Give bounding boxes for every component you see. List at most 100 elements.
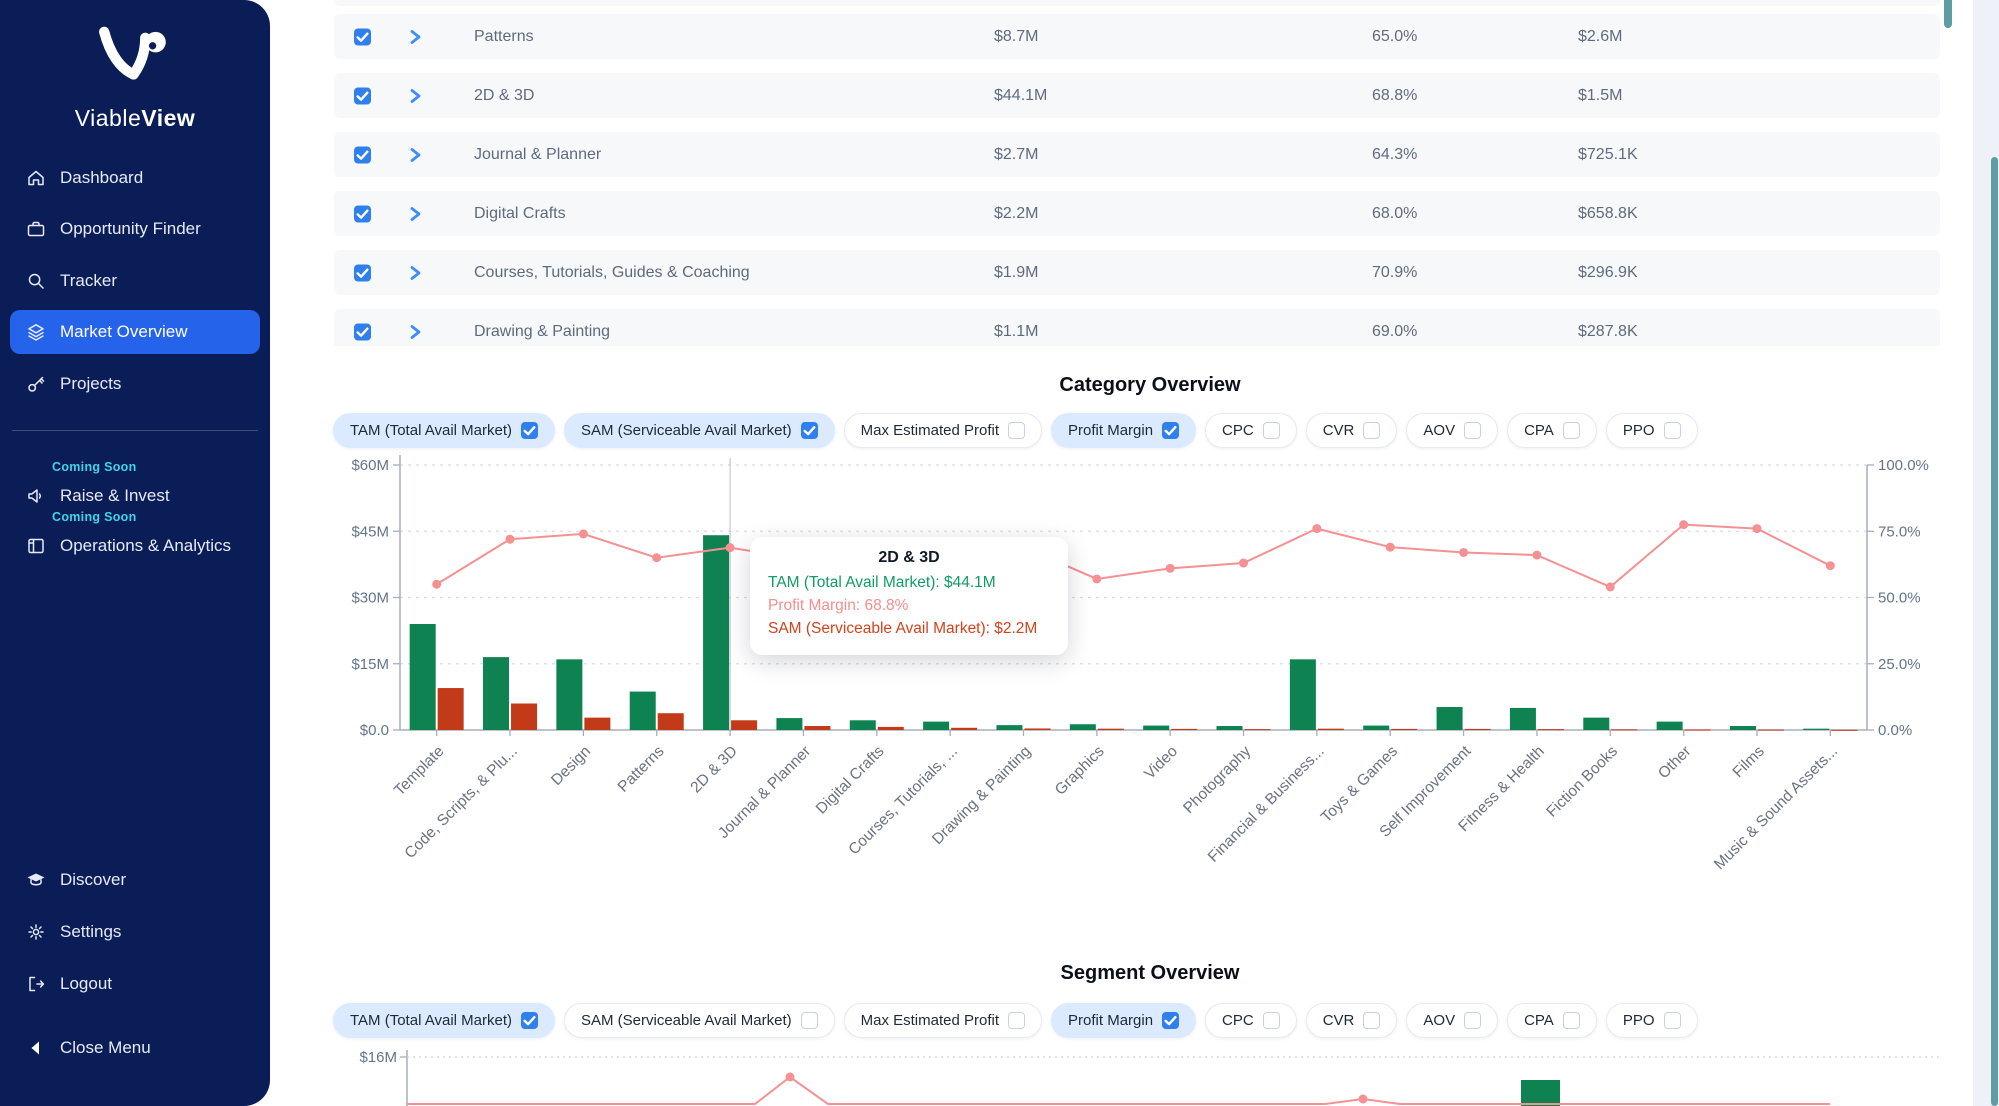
checkbox-checked[interactable] (354, 87, 371, 104)
row-tam-value: $1.9M (994, 264, 1038, 282)
sidebar-item-logout[interactable]: Logout (10, 966, 260, 1002)
checkbox-checked[interactable] (354, 264, 371, 281)
segment-filter-cvr[interactable]: CVR (1306, 1003, 1398, 1038)
sidebar-item-market-overview[interactable]: Market Overview (10, 310, 260, 354)
category-table: Patterns$8.7M65.0%$2.6M 2D & 3D$44.1M68.8… (334, 0, 1940, 346)
check-icon (521, 1012, 538, 1029)
checkbox-checked[interactable] (801, 422, 818, 439)
chevron-right-icon[interactable] (408, 87, 423, 105)
sidebar-item-raise-invest[interactable]: Raise & Invest (10, 478, 260, 514)
sidebar-item-dashboard[interactable]: Dashboard (10, 160, 260, 196)
table-row-2d-3d[interactable]: 2D & 3D$44.1M68.8%$1.5M (334, 73, 1940, 118)
chevron-right-icon[interactable] (408, 205, 423, 223)
checkbox-checked[interactable] (1162, 1012, 1179, 1029)
segment-filter-sam-serviceable-avail-market[interactable]: SAM (Serviceable Avail Market) (564, 1003, 835, 1038)
filter-chip-label: CPA (1524, 422, 1554, 439)
row-profit-value: $2.6M (1578, 28, 1622, 46)
category-filter-tam-total-avail-market[interactable]: TAM (Total Avail Market) (333, 413, 555, 448)
checkbox-unchecked[interactable] (1008, 422, 1025, 439)
segment-filter-cpa[interactable]: CPA (1507, 1003, 1597, 1038)
row-category-name: Drawing & Painting (474, 323, 610, 341)
category-overview-chart[interactable]: $0.0$15M$30M$45M$60M0.0%25.0%50.0%75.0%1… (330, 450, 1990, 955)
sidebar-item-opportunity-finder[interactable]: Opportunity Finder (10, 211, 260, 247)
segment-filter-ppo[interactable]: PPO (1606, 1003, 1698, 1038)
filter-chip-label: PPO (1623, 422, 1655, 439)
category-filter-ppo[interactable]: PPO (1606, 413, 1698, 448)
brand-logo[interactable]: ViableView (0, 26, 270, 132)
svg-text:Other: Other (1655, 743, 1694, 782)
checkbox-unchecked[interactable] (1263, 1012, 1280, 1029)
checkbox-unchecked[interactable] (801, 1012, 818, 1029)
category-filter-aov[interactable]: AOV (1406, 413, 1498, 448)
filter-chip-label: AOV (1423, 422, 1455, 439)
checkbox-unchecked[interactable] (1563, 1012, 1580, 1029)
check-icon (1162, 422, 1179, 439)
checkbox-checked[interactable] (521, 1012, 538, 1029)
table-row-patterns[interactable]: Patterns$8.7M65.0%$2.6M (334, 14, 1940, 59)
table-row-journal-planner[interactable]: Journal & Planner$2.7M64.3%$725.1K (334, 132, 1940, 177)
checkbox-unchecked[interactable] (1363, 422, 1380, 439)
row-category-name: 2D & 3D (474, 87, 534, 105)
row-margin-value: 69.0% (1372, 323, 1417, 341)
segment-filter-tam-total-avail-market[interactable]: TAM (Total Avail Market) (333, 1003, 555, 1038)
segment-filter-aov[interactable]: AOV (1406, 1003, 1498, 1038)
sidebar-item-tracker[interactable]: Tracker (10, 263, 260, 299)
chart-tooltip: 2D & 3D TAM (Total Avail Market): $44.1M… (750, 537, 1068, 655)
svg-text:$16M: $16M (359, 1049, 397, 1066)
category-filter-cvr[interactable]: CVR (1306, 413, 1398, 448)
table-scrollbar-thumb[interactable] (1944, 0, 1952, 28)
chevron-right-icon[interactable] (408, 264, 423, 282)
sidebar-item-settings[interactable]: Settings (10, 914, 260, 950)
briefcase-icon (26, 219, 46, 239)
segment-filter-cpc[interactable]: CPC (1205, 1003, 1297, 1038)
checkbox-checked[interactable] (354, 205, 371, 222)
segment-filter-max-estimated-profit[interactable]: Max Estimated Profit (844, 1003, 1042, 1038)
segment-overview-chart[interactable]: $16M (330, 1042, 1990, 1106)
category-filter-cpc[interactable]: CPC (1205, 413, 1297, 448)
checkbox-checked[interactable] (354, 146, 371, 163)
filter-chip-label: TAM (Total Avail Market) (350, 422, 512, 439)
filter-chip-label: Profit Margin (1068, 1012, 1153, 1029)
sidebar-item-projects[interactable]: Projects (10, 366, 260, 402)
gear-icon (26, 922, 46, 942)
check-icon (354, 28, 371, 45)
svg-text:$15M: $15M (351, 656, 389, 673)
sidebar-item-operations-analytics[interactable]: Operations & Analytics (10, 528, 260, 564)
row-tam-value: $2.2M (994, 205, 1038, 223)
chevron-right-icon[interactable] (408, 28, 423, 46)
checkbox-unchecked[interactable] (1008, 1012, 1025, 1029)
megaphone-icon (26, 486, 46, 506)
category-filter-chips: TAM (Total Avail Market) SAM (Serviceable… (333, 413, 1698, 448)
checkbox-checked[interactable] (354, 28, 371, 45)
category-filter-profit-margin[interactable]: Profit Margin (1051, 413, 1196, 448)
chevron-right-icon[interactable] (408, 146, 423, 164)
sidebar-divider (12, 430, 258, 431)
checkbox-unchecked[interactable] (1664, 422, 1681, 439)
category-filter-max-estimated-profit[interactable]: Max Estimated Profit (844, 413, 1042, 448)
sidebar-item-label: Operations & Analytics (60, 536, 231, 556)
table-row-digital-crafts[interactable]: Digital Crafts$2.2M68.0%$658.8K (334, 191, 1940, 236)
category-filter-cpa[interactable]: CPA (1507, 413, 1597, 448)
logout-icon (26, 974, 46, 994)
checkbox-unchecked[interactable] (1664, 1012, 1681, 1029)
checkbox-unchecked[interactable] (1464, 422, 1481, 439)
checkbox-checked[interactable] (521, 422, 538, 439)
table-row-courses-tutorials-guides-coaching[interactable]: Courses, Tutorials, Guides & Coaching$1.… (334, 250, 1940, 295)
sidebar-item-discover[interactable]: Discover (10, 862, 260, 898)
category-filter-sam-serviceable-avail-market[interactable]: SAM (Serviceable Avail Market) (564, 413, 835, 448)
checkbox-unchecked[interactable] (1563, 422, 1580, 439)
checkbox-unchecked[interactable] (1363, 1012, 1380, 1029)
brand-name: ViableView (0, 105, 270, 132)
sidebar-item-label: Opportunity Finder (60, 219, 201, 239)
checkbox-checked[interactable] (354, 323, 371, 340)
tooltip-line: SAM (Serviceable Avail Market): $2.2M (768, 618, 1050, 641)
table-row-drawing-painting[interactable]: Drawing & Painting$1.1M69.0%$287.8K (334, 309, 1940, 346)
chevron-right-icon[interactable] (408, 323, 423, 341)
segment-filter-profit-margin[interactable]: Profit Margin (1051, 1003, 1196, 1038)
checkbox-checked[interactable] (1162, 422, 1179, 439)
sidebar-item-close-menu[interactable]: Close Menu (10, 1030, 260, 1066)
checkbox-unchecked[interactable] (1263, 422, 1280, 439)
page-scrollbar-thumb[interactable] (1991, 157, 1998, 1106)
check-icon (521, 422, 538, 439)
checkbox-unchecked[interactable] (1464, 1012, 1481, 1029)
